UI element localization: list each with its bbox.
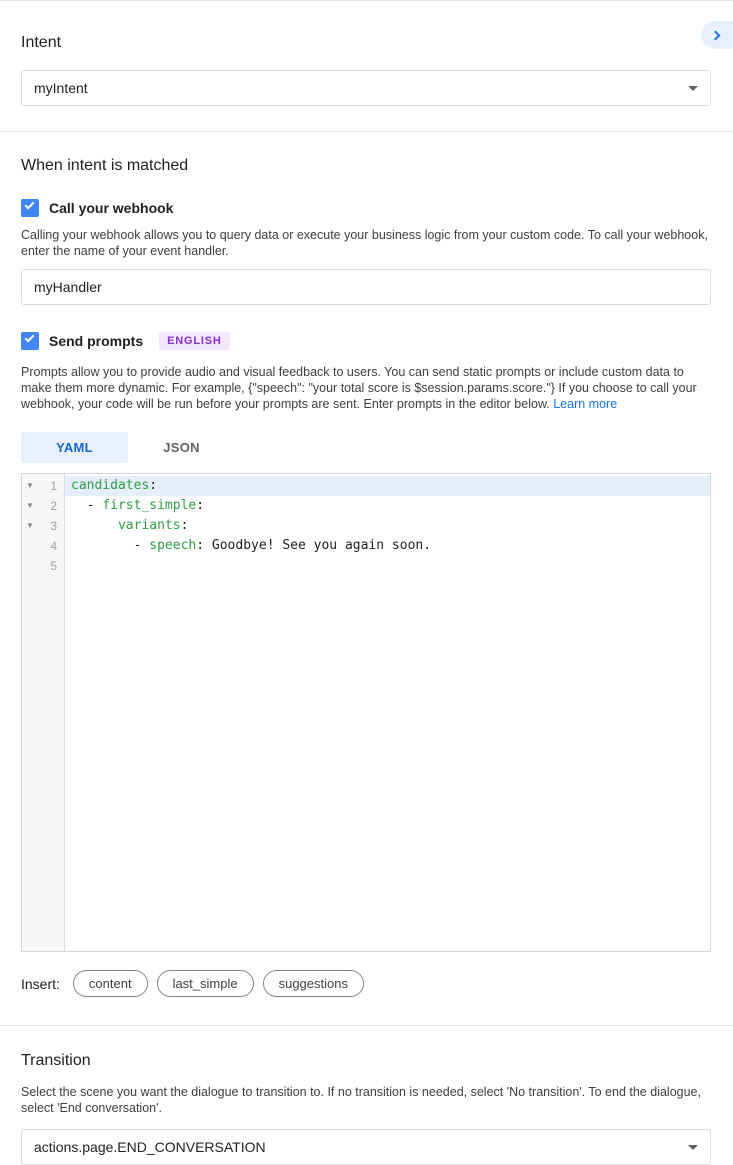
fold-arrow-icon[interactable]: ▼ bbox=[22, 516, 38, 536]
line-number: 1 bbox=[38, 479, 64, 493]
gutter-line: 4 bbox=[22, 536, 64, 556]
fold-arrow-icon[interactable]: ▼ bbox=[22, 476, 38, 496]
webhook-label: Call your webhook bbox=[49, 200, 173, 216]
yaml-token-plain: - bbox=[71, 538, 149, 553]
checkmark-icon bbox=[25, 333, 35, 343]
gutter-line: ▼2 bbox=[22, 496, 64, 516]
insert-label: Insert: bbox=[21, 976, 60, 992]
webhook-description: Calling your webhook allows you to query… bbox=[21, 227, 711, 259]
code-line-3[interactable]: variants: bbox=[65, 516, 710, 536]
insert-pill-content[interactable]: content bbox=[73, 970, 148, 997]
insert-pill-suggestions[interactable]: suggestions bbox=[263, 970, 364, 997]
intent-select[interactable]: myIntent bbox=[21, 70, 711, 106]
matched-section: When intent is matched Call your webhook… bbox=[0, 132, 733, 997]
dropdown-arrow-icon bbox=[688, 1145, 698, 1150]
tab-json[interactable]: JSON bbox=[128, 432, 235, 463]
yaml-token-plain: - bbox=[71, 498, 102, 513]
prompts-description: Prompts allow you to provide audio and v… bbox=[21, 364, 711, 412]
yaml-token-plain: : bbox=[149, 478, 157, 493]
dropdown-arrow-icon bbox=[688, 86, 698, 91]
learn-more-link[interactable]: Learn more bbox=[553, 397, 617, 411]
editor-tabbar: YAMLJSON bbox=[21, 432, 711, 463]
line-number: 3 bbox=[38, 519, 64, 533]
prompts-checkbox[interactable] bbox=[21, 332, 39, 350]
checkmark-icon bbox=[25, 200, 35, 210]
yaml-token-key: variants bbox=[118, 518, 181, 533]
prompts-label: Send prompts bbox=[49, 333, 143, 349]
handler-input[interactable]: myHandler bbox=[21, 269, 711, 305]
webhook-checkbox[interactable] bbox=[21, 199, 39, 217]
insert-pills: content last_simple suggestions bbox=[73, 970, 364, 997]
prompts-check-row: Send prompts ENGLISH bbox=[21, 332, 711, 350]
tab-yaml[interactable]: YAML bbox=[21, 432, 128, 463]
gutter-line: ▼3 bbox=[22, 516, 64, 536]
webhook-check-row: Call your webhook bbox=[21, 199, 711, 217]
yaml-token-plain bbox=[71, 518, 118, 533]
code-line-5[interactable] bbox=[65, 556, 710, 576]
insert-row: Insert: content last_simple suggestions bbox=[21, 970, 711, 997]
yaml-token-plain: : Goodbye! See you again soon. bbox=[196, 538, 431, 553]
yaml-token-key: speech bbox=[149, 538, 196, 553]
transition-description: Select the scene you want the dialogue t… bbox=[21, 1084, 711, 1116]
yaml-code-editor[interactable]: ▼1▼2▼345 candidates: - first_simple: var… bbox=[21, 473, 711, 952]
chevron-right-icon bbox=[711, 30, 721, 40]
intent-select-value: myIntent bbox=[34, 80, 88, 96]
transition-title: Transition bbox=[21, 1026, 711, 1070]
line-number: 5 bbox=[38, 559, 64, 573]
yaml-token-plain: : bbox=[181, 518, 189, 533]
transition-select[interactable]: actions.page.END_CONVERSATION bbox=[21, 1129, 711, 1165]
gutter-line: ▼1 bbox=[22, 476, 64, 496]
yaml-token-key: candidates bbox=[71, 478, 149, 493]
language-badge: ENGLISH bbox=[159, 332, 230, 350]
editor-gutter: ▼1▼2▼345 bbox=[22, 474, 65, 951]
gutter-line: 5 bbox=[22, 556, 64, 576]
code-line-1[interactable]: candidates: bbox=[65, 476, 710, 496]
intent-header: Intent bbox=[21, 1, 711, 57]
matched-title: When intent is matched bbox=[21, 132, 711, 175]
collapse-panel-button[interactable] bbox=[701, 21, 733, 49]
yaml-token-key: first_simple bbox=[102, 498, 196, 513]
insert-pill-last_simple[interactable]: last_simple bbox=[157, 970, 254, 997]
code-line-4[interactable]: - speech: Goodbye! See you again soon. bbox=[65, 536, 710, 556]
intent-title: Intent bbox=[21, 34, 61, 52]
line-number: 4 bbox=[38, 539, 64, 553]
editor-code-area[interactable]: candidates: - first_simple: variants: - … bbox=[65, 474, 710, 951]
fold-arrow-icon[interactable]: ▼ bbox=[22, 496, 38, 516]
line-number: 2 bbox=[38, 499, 64, 513]
intent-panel: Intent myIntent bbox=[0, 1, 733, 106]
yaml-token-plain: : bbox=[196, 498, 204, 513]
handler-input-value: myHandler bbox=[34, 279, 102, 295]
code-line-2[interactable]: - first_simple: bbox=[65, 496, 710, 516]
transition-section: Transition Select the scene you want the… bbox=[0, 1026, 733, 1165]
transition-select-value: actions.page.END_CONVERSATION bbox=[34, 1139, 266, 1155]
